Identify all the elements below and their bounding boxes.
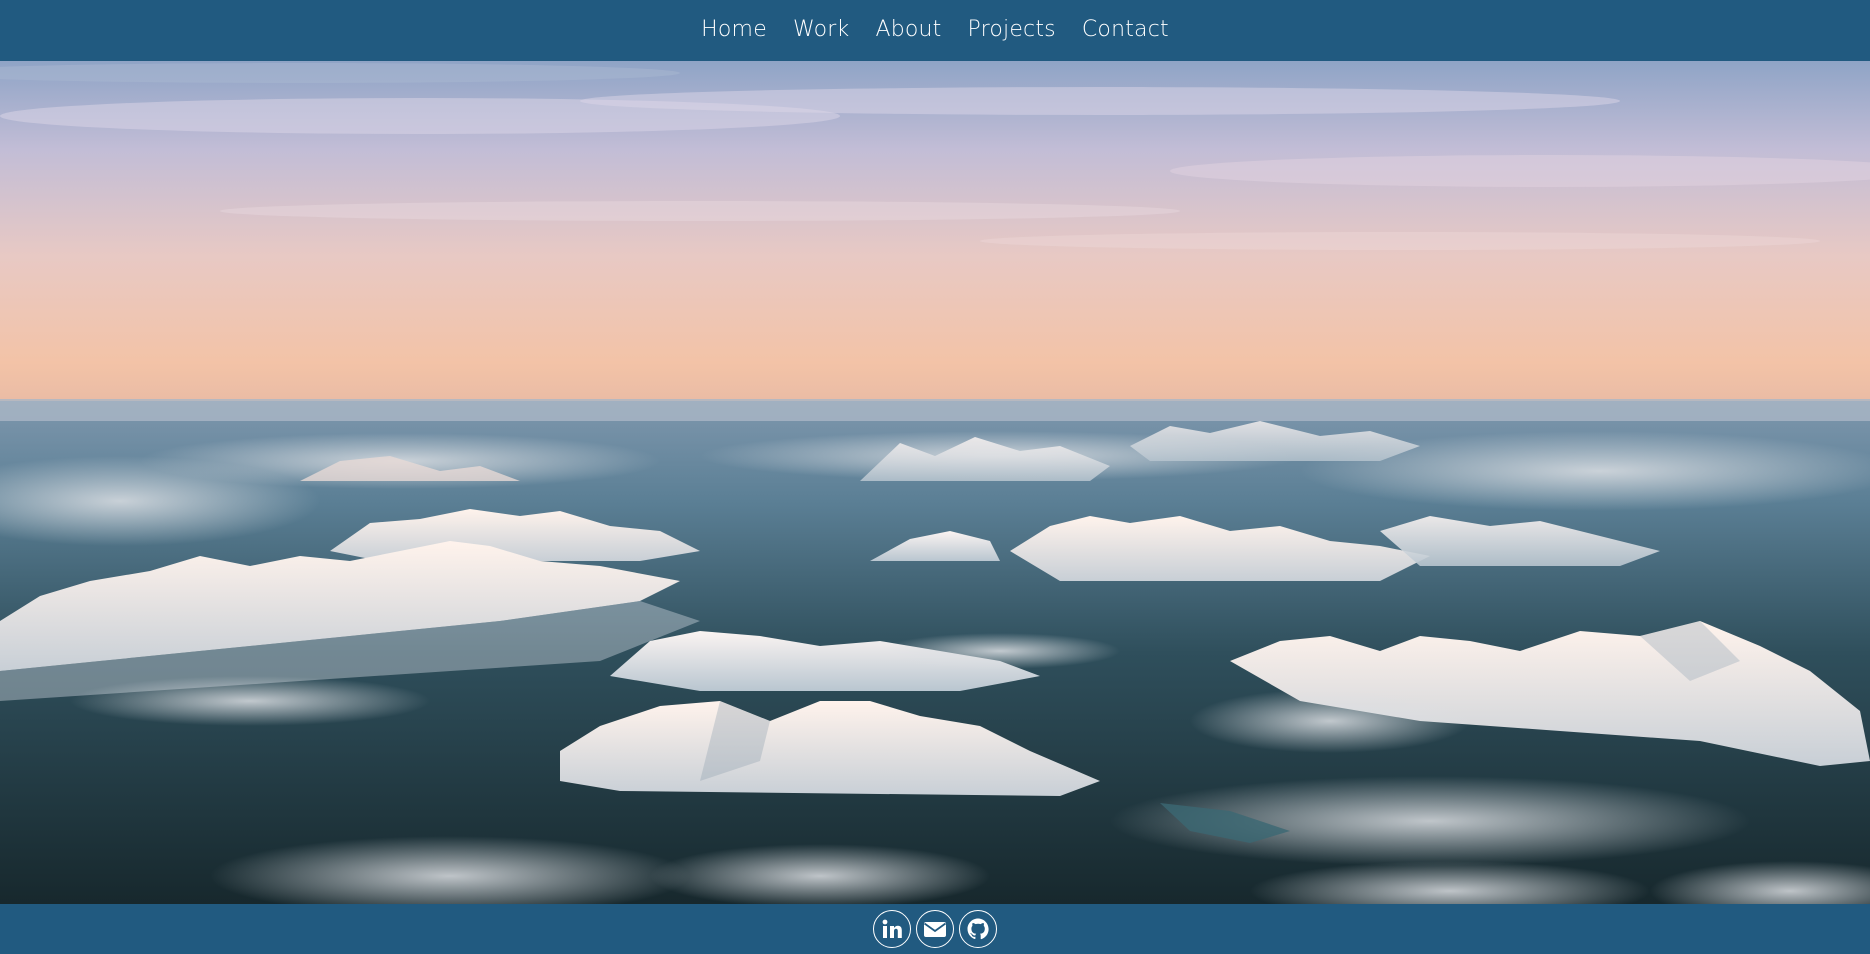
top-navbar: Home Work About Projects Contact xyxy=(0,0,1870,61)
hero-illustration xyxy=(0,61,1870,904)
nav-link-projects[interactable]: Projects xyxy=(968,17,1056,42)
github-link[interactable] xyxy=(959,910,997,948)
nav-item-work: Work xyxy=(793,17,850,42)
nav-link-about[interactable]: About xyxy=(875,17,941,42)
nav-link-work[interactable]: Work xyxy=(793,17,850,42)
nav-item-home: Home xyxy=(701,17,767,42)
nav-item-projects: Projects xyxy=(968,17,1056,42)
nav-link-home[interactable]: Home xyxy=(701,17,767,42)
email-link[interactable] xyxy=(916,910,954,948)
nav-item-about: About xyxy=(875,17,941,42)
footer-bar xyxy=(0,904,1870,954)
linkedin-icon xyxy=(882,919,902,938)
nav-link-contact[interactable]: Contact xyxy=(1082,17,1169,42)
nav-list: Home Work About Projects Contact xyxy=(701,17,1169,42)
linkedin-link[interactable] xyxy=(873,910,911,948)
github-icon xyxy=(967,918,989,940)
email-icon xyxy=(923,922,947,937)
hero-image xyxy=(0,61,1870,904)
nav-item-contact: Contact xyxy=(1082,17,1169,42)
